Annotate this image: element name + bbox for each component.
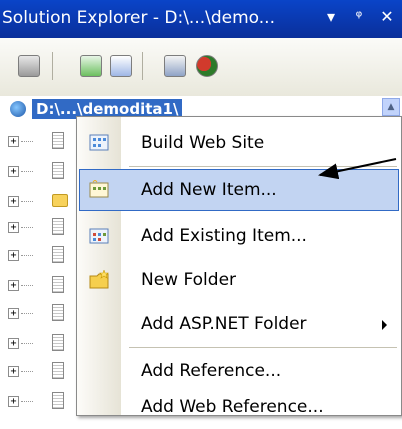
expand-icon[interactable]: + — [8, 338, 19, 349]
expand-icon[interactable]: + — [8, 366, 19, 377]
refresh-icon[interactable] — [80, 55, 102, 77]
expand-icon[interactable]: + — [8, 196, 19, 207]
add-new-item-icon — [89, 180, 109, 198]
title-buttons: ▾ ᵠ ✕ — [320, 6, 398, 28]
file-icon — [52, 162, 64, 179]
menu-item-label: New Folder — [141, 270, 237, 290]
menu-separator — [129, 166, 397, 167]
copy-web-site-icon[interactable] — [164, 55, 186, 77]
folder-icon — [52, 194, 68, 207]
menu-item-label: Add Existing Item... — [141, 226, 307, 246]
file-icon — [52, 362, 64, 379]
menu-item-add-existing-item[interactable]: Add Existing Item... — [77, 214, 401, 258]
tree-line — [21, 285, 33, 286]
title-bar: Solution Explorer - D:\...\demo... ▾ ᵠ ✕ — [0, 0, 402, 38]
submenu-arrow-icon — [382, 320, 387, 330]
window-position-dropdown-button[interactable]: ▾ — [320, 6, 342, 28]
file-icon — [52, 304, 64, 321]
expand-icon[interactable]: + — [8, 222, 19, 233]
menu-item-build-web-site[interactable]: Build Web Site — [77, 121, 401, 165]
menu-separator — [129, 347, 397, 348]
menu-item-label: Add Reference... — [141, 361, 282, 381]
tree-line — [21, 401, 33, 402]
web-site-icon — [10, 101, 26, 117]
file-icon — [52, 132, 64, 149]
tree-line — [21, 343, 33, 344]
toolbar-separator — [52, 52, 53, 80]
window-title: Solution Explorer - D:\...\demo... — [2, 8, 275, 28]
expand-icon[interactable]: + — [8, 280, 19, 291]
menu-item-add-web-reference[interactable]: Add Web Reference... — [77, 385, 401, 429]
add-existing-item-icon — [89, 228, 109, 244]
file-icon — [52, 334, 64, 351]
aspnet-configuration-icon[interactable] — [196, 55, 218, 77]
menu-item-add-new-item[interactable]: Add New Item... — [77, 168, 401, 212]
nest-related-files-icon[interactable] — [110, 55, 132, 77]
toolbar-separator — [142, 52, 143, 80]
context-menu: Build Web Site Add New Item... Add Exist… — [76, 116, 402, 417]
menu-item-label: Build Web Site — [141, 133, 265, 153]
file-icon — [52, 392, 64, 409]
expand-icon[interactable]: + — [8, 396, 19, 407]
file-icon — [52, 276, 64, 293]
tree-line — [21, 255, 33, 256]
menu-item-label: Add ASP.NET Folder — [141, 314, 307, 334]
file-icon — [52, 246, 64, 263]
auto-hide-pin-button[interactable]: ᵠ — [348, 6, 370, 28]
tree-line — [21, 141, 33, 142]
scroll-up-button[interactable]: ▲ — [382, 98, 400, 116]
expand-icon[interactable]: + — [8, 308, 19, 319]
tree-line — [21, 371, 33, 372]
expand-icon[interactable]: + — [8, 166, 19, 177]
build-web-site-icon — [89, 134, 109, 151]
close-button[interactable]: ✕ — [376, 6, 398, 28]
new-folder-icon — [89, 270, 109, 289]
toolbar — [0, 38, 402, 97]
file-icon — [52, 218, 64, 235]
expand-icon[interactable]: + — [8, 250, 19, 261]
tree-line — [21, 171, 33, 172]
tree-line — [21, 313, 33, 314]
menu-item-new-folder[interactable]: New Folder — [77, 258, 401, 302]
menu-item-label: Add New Item... — [141, 180, 277, 200]
properties-icon[interactable] — [18, 55, 40, 77]
menu-item-add-aspnet-folder[interactable]: Add ASP.NET Folder — [77, 302, 401, 346]
tree-line — [21, 227, 33, 228]
expand-icon[interactable]: + — [8, 136, 19, 147]
menu-item-label: Add Web Reference... — [141, 397, 324, 417]
tree-line — [21, 201, 33, 202]
